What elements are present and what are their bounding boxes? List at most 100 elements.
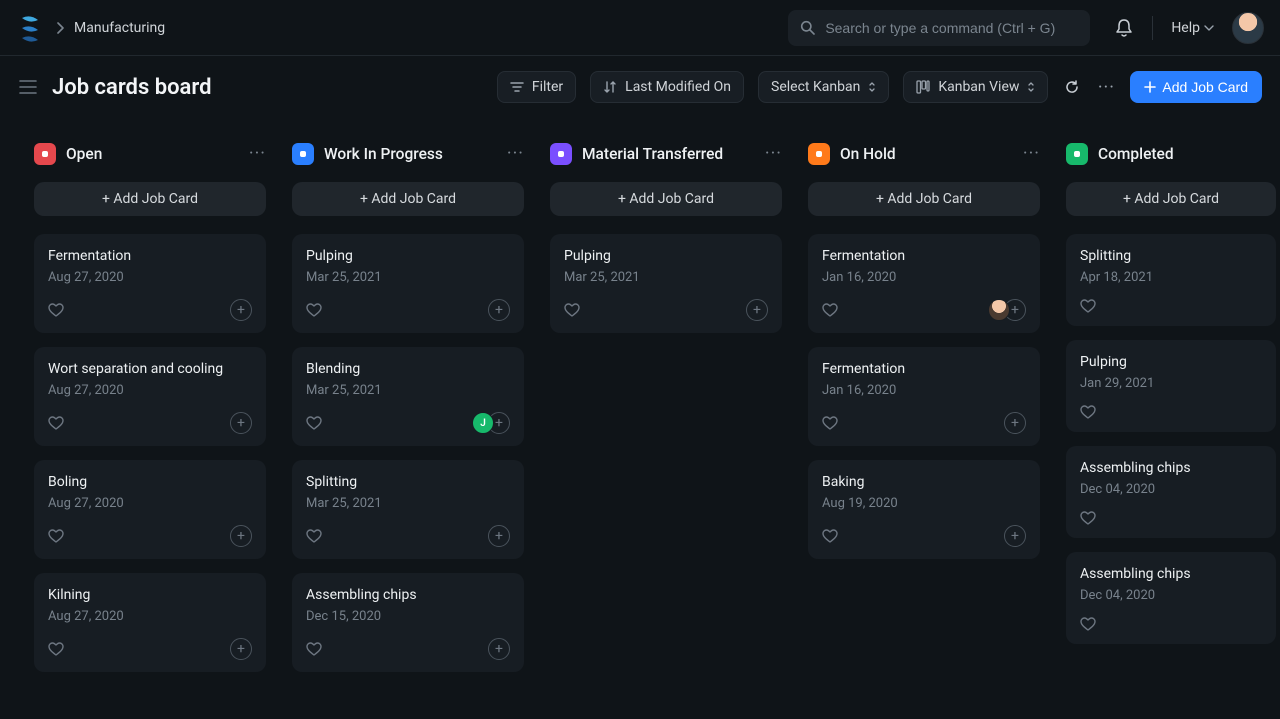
heart-icon[interactable]: [1080, 405, 1096, 420]
heart-icon[interactable]: [48, 303, 64, 318]
job-card[interactable]: PulpingJan 29, 2021: [1066, 340, 1276, 432]
heart-icon[interactable]: [306, 642, 322, 657]
heart-icon[interactable]: [306, 529, 322, 544]
heart-icon[interactable]: [822, 529, 838, 544]
refresh-icon[interactable]: [1062, 77, 1082, 97]
add-card-button[interactable]: + Add Job Card: [1066, 182, 1276, 216]
toolbar: Job cards board Filter Last Modified On …: [0, 56, 1280, 118]
job-card[interactable]: FermentationJan 16, 2020+: [808, 234, 1040, 333]
assignee-avatar[interactable]: J: [472, 412, 494, 434]
user-avatar[interactable]: [1232, 12, 1264, 44]
menu-icon[interactable]: [18, 77, 38, 97]
add-assignee-icon[interactable]: +: [1004, 412, 1026, 434]
job-card[interactable]: Assembling chips Dec 15, 2020 +: [292, 573, 524, 672]
bell-icon[interactable]: [1114, 18, 1134, 38]
job-card[interactable]: KilningAug 27, 2020+: [34, 573, 266, 672]
job-card[interactable]: BlendingMar 25, 2021J+: [292, 347, 524, 446]
search-input[interactable]: [825, 20, 1078, 36]
card-date: Apr 18, 2021: [1080, 270, 1262, 285]
more-icon[interactable]: ···: [1096, 77, 1116, 97]
card-date: Jan 29, 2021: [1080, 376, 1262, 391]
heart-icon[interactable]: [48, 642, 64, 657]
status-chip: [550, 143, 572, 165]
heart-icon[interactable]: [1080, 617, 1096, 632]
card-date: Mar 25, 2021: [306, 270, 510, 285]
add-assignee-icon[interactable]: +: [488, 525, 510, 547]
add-button-label: Add Job Card: [1162, 79, 1248, 95]
breadcrumb-label[interactable]: Manufacturing: [74, 20, 165, 36]
search-box[interactable]: [788, 10, 1090, 46]
assignee-avatar[interactable]: [988, 299, 1010, 321]
add-assignee-icon[interactable]: +: [1004, 525, 1026, 547]
card-title: Baking: [822, 474, 1026, 490]
column-header: On Hold···: [808, 140, 1040, 168]
card-title: Fermentation: [48, 248, 252, 264]
card-title: Assembling chips: [1080, 460, 1262, 476]
add-assignee-icon[interactable]: +: [488, 638, 510, 660]
select-kanban[interactable]: Select Kanban: [758, 71, 889, 103]
card-date: Mar 25, 2021: [306, 496, 510, 511]
column-menu-icon[interactable]: ···: [249, 145, 266, 163]
card-footer: [1080, 405, 1262, 420]
job-card[interactable]: FermentationJan 16, 2020+: [808, 347, 1040, 446]
add-card-button[interactable]: + Add Job Card: [34, 182, 266, 216]
help-menu[interactable]: Help: [1171, 20, 1214, 36]
card-footer: [1080, 511, 1262, 526]
add-assignee-icon[interactable]: +: [230, 638, 252, 660]
heart-icon[interactable]: [48, 529, 64, 544]
card-footer: +: [822, 299, 1026, 321]
job-card[interactable]: BolingAug 27, 2020+: [34, 460, 266, 559]
card-title: Assembling chips: [306, 587, 510, 603]
job-card[interactable]: PulpingMar 25, 2021+: [292, 234, 524, 333]
job-card[interactable]: SplittingApr 18, 2021: [1066, 234, 1276, 326]
heart-icon[interactable]: [564, 303, 580, 318]
search-icon: [800, 20, 815, 35]
heart-icon[interactable]: [306, 303, 322, 318]
help-label: Help: [1171, 20, 1200, 36]
add-assignee-icon[interactable]: +: [488, 299, 510, 321]
sort-button[interactable]: Last Modified On: [590, 71, 744, 103]
card-date: Dec 15, 2020: [306, 609, 510, 624]
card-date: Aug 27, 2020: [48, 609, 252, 624]
heart-icon[interactable]: [306, 416, 322, 431]
heart-icon[interactable]: [822, 416, 838, 431]
filter-button[interactable]: Filter: [497, 71, 576, 103]
card-title: Boling: [48, 474, 252, 490]
add-card-button[interactable]: + Add Job Card: [808, 182, 1040, 216]
card-date: Aug 27, 2020: [48, 383, 252, 398]
app-logo[interactable]: [16, 14, 44, 42]
add-job-card-button[interactable]: Add Job Card: [1130, 71, 1262, 103]
heart-icon[interactable]: [48, 416, 64, 431]
job-card[interactable]: Wort separation and coolingAug 27, 2020+: [34, 347, 266, 446]
column-menu-icon[interactable]: ···: [765, 145, 782, 163]
status-chip: [34, 143, 56, 165]
add-assignee-icon[interactable]: +: [746, 299, 768, 321]
heart-icon[interactable]: [822, 303, 838, 318]
column-title: Work In Progress: [324, 145, 443, 163]
kanban-column: Work In Progress···+ Add Job CardPulping…: [292, 140, 524, 719]
view-selector[interactable]: Kanban View: [903, 71, 1048, 103]
card-footer: +: [48, 638, 252, 660]
heart-icon[interactable]: [1080, 511, 1096, 526]
card-date: Dec 04, 2020: [1080, 588, 1262, 603]
add-card-button[interactable]: + Add Job Card: [550, 182, 782, 216]
add-assignee-icon[interactable]: +: [230, 525, 252, 547]
job-card[interactable]: Assembling chipsDec 04, 2020: [1066, 552, 1276, 644]
job-card[interactable]: PulpingMar 25, 2021+: [550, 234, 782, 333]
topbar-right: Help: [1114, 12, 1264, 44]
column-menu-icon[interactable]: ···: [1023, 145, 1040, 163]
add-assignee-icon[interactable]: +: [230, 412, 252, 434]
job-card[interactable]: Assembling chipsDec 04, 2020: [1066, 446, 1276, 538]
job-card[interactable]: SplittingMar 25, 2021+: [292, 460, 524, 559]
card-footer: +: [48, 412, 252, 434]
column-header: Work In Progress ···: [292, 140, 524, 168]
add-card-button[interactable]: + Add Job Card: [292, 182, 524, 216]
chevron-down-icon: [1204, 25, 1214, 31]
heart-icon[interactable]: [1080, 299, 1096, 314]
add-assignee-icon[interactable]: +: [230, 299, 252, 321]
job-card[interactable]: FermentationAug 27, 2020+: [34, 234, 266, 333]
column-menu-icon[interactable]: ···: [507, 145, 524, 163]
card-date: Mar 25, 2021: [564, 270, 768, 285]
plus-icon: [1144, 81, 1156, 93]
job-card[interactable]: BakingAug 19, 2020+: [808, 460, 1040, 559]
